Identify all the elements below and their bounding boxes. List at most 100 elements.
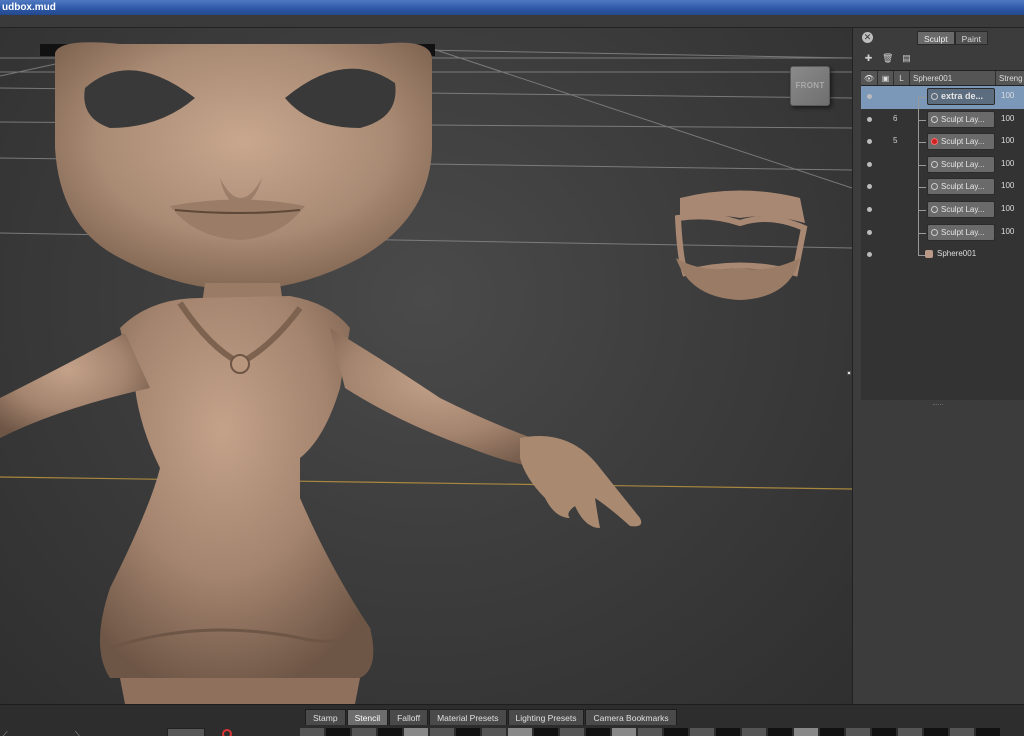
- stencil-thumbnail[interactable]: [716, 728, 740, 736]
- stencil-thumbnail[interactable]: [794, 728, 818, 736]
- panel-lower-area: [861, 408, 1024, 704]
- layer-row[interactable]: 6 Sculpt Lay... 100: [861, 108, 1024, 132]
- panel-resize-handle[interactable]: [847, 371, 851, 375]
- tab-stamp[interactable]: Stamp: [305, 709, 346, 725]
- stencil-thumbnail[interactable]: [560, 728, 584, 736]
- brush-icon: [931, 160, 938, 168]
- panel-splitter[interactable]: [933, 404, 943, 406]
- stencil-thumbnail[interactable]: [950, 728, 974, 736]
- tree-branch: [918, 187, 926, 189]
- visibility-dot[interactable]: [867, 116, 872, 122]
- merge-layer-icon[interactable]: ▤: [901, 53, 912, 64]
- layer-row[interactable]: Sculpt Lay... 100: [861, 198, 1024, 222]
- layer-lock-value: 5: [893, 136, 898, 146]
- layer-strength[interactable]: 100: [1001, 136, 1014, 145]
- stencil-thumbnail[interactable]: [612, 728, 636, 736]
- layer-strength[interactable]: 100: [1001, 227, 1014, 236]
- layer-strength[interactable]: 100: [1001, 91, 1014, 100]
- new-layer-icon[interactable]: ✚: [863, 53, 874, 64]
- stencil-thumbnail[interactable]: [326, 728, 350, 736]
- layer-row[interactable]: extra de... 100: [861, 86, 1024, 117]
- layer-name-button[interactable]: Sculpt Lay...: [927, 200, 995, 218]
- stencil-thumbnail[interactable]: [768, 728, 792, 736]
- visibility-dot[interactable]: [867, 229, 872, 235]
- tab-lighting-presets[interactable]: Lighting Presets: [507, 709, 585, 725]
- stencil-thumbnail[interactable]: [742, 728, 766, 736]
- stencil-thumbnail[interactable]: [898, 728, 922, 736]
- stencil-thumbnail[interactable]: [846, 728, 870, 736]
- eye-icon[interactable]: 👁: [861, 71, 878, 85]
- tab-stencil[interactable]: Stencil: [346, 709, 389, 725]
- brush-icon: [931, 183, 938, 191]
- record-icon[interactable]: [222, 729, 232, 736]
- layer-strength[interactable]: 100: [1001, 114, 1014, 123]
- stencil-thumbnail[interactable]: [352, 728, 376, 736]
- stencil-thumbnail[interactable]: [456, 728, 480, 736]
- mesh-row[interactable]: Sphere001: [861, 244, 1024, 267]
- layer-name: Sculpt Lay...: [941, 227, 985, 237]
- tab-material-presets[interactable]: Material Presets: [429, 709, 507, 725]
- stencil-thumbnails: [300, 728, 1000, 736]
- arrow-icon[interactable]: ⟋: [2, 730, 8, 736]
- layer-row[interactable]: 5 Sculpt Lay... 100: [861, 131, 1024, 155]
- stencil-thumbnail[interactable]: [300, 728, 324, 736]
- layer-row[interactable]: Sculpt Lay... 100: [861, 153, 1024, 177]
- layer-row[interactable]: Sculpt Lay... 100: [861, 221, 1024, 245]
- delete-layer-icon[interactable]: 🗑: [882, 53, 893, 64]
- stencil-thumbnail[interactable]: [976, 728, 1000, 736]
- stencil-thumbnail[interactable]: [690, 728, 714, 736]
- lock-icon[interactable]: ▣: [878, 71, 894, 85]
- stencil-thumbnail[interactable]: [586, 728, 610, 736]
- layers-panel: ✕ Sculpt Paint ✚ 🗑 ▤ 👁 ▣ L Sphere001 Str…: [852, 28, 1024, 704]
- stencil-thumbnail[interactable]: [430, 728, 454, 736]
- visibility-dot[interactable]: [867, 139, 872, 145]
- view-cube[interactable]: FRONT: [790, 66, 830, 106]
- stencil-thumbnail[interactable]: [664, 728, 688, 736]
- mode-toggle: Sculpt Paint: [917, 31, 988, 45]
- viewport-scene: [0, 42, 852, 704]
- visibility-dot[interactable]: [867, 206, 872, 212]
- stencil-thumbnail[interactable]: [924, 728, 948, 736]
- visibility-dot[interactable]: [867, 184, 872, 190]
- layer-strength[interactable]: 100: [1001, 204, 1014, 213]
- tree-branch: [918, 232, 926, 234]
- layer-name-button[interactable]: Sculpt Lay...: [927, 133, 995, 151]
- column-strength[interactable]: Streng: [996, 71, 1024, 85]
- visibility-dot[interactable]: [867, 252, 872, 258]
- layer-row[interactable]: Sculpt Lay... 100: [861, 176, 1024, 200]
- 3d-viewport[interactable]: FRONT: [0, 28, 852, 704]
- window-title: udbox.mud: [2, 2, 56, 13]
- layer-table: 👁 ▣ L Sphere001 Streng extra de... 100 6: [861, 70, 1024, 400]
- stencil-thumbnail[interactable]: [872, 728, 896, 736]
- tree-branch: [918, 209, 926, 211]
- brush-icon: [931, 115, 938, 123]
- stencil-thumbnail[interactable]: [378, 728, 402, 736]
- layer-name: Sculpt Lay...: [941, 204, 985, 214]
- stencil-thumbnail[interactable]: [508, 728, 532, 736]
- layer-name-button[interactable]: extra de...: [927, 88, 995, 105]
- close-icon[interactable]: ✕: [862, 32, 873, 43]
- tray-button[interactable]: [167, 728, 205, 736]
- layer-strength[interactable]: 100: [1001, 159, 1014, 168]
- layer-name-button[interactable]: Sculpt Lay...: [927, 223, 995, 241]
- layer-name-button[interactable]: Sculpt Lay...: [927, 155, 995, 173]
- paint-mode-button[interactable]: Paint: [954, 31, 988, 45]
- visibility-dot[interactable]: [867, 161, 872, 167]
- column-l[interactable]: L: [894, 71, 910, 85]
- view-cube-label: FRONT: [795, 81, 825, 90]
- layer-name-button[interactable]: Sculpt Lay...: [927, 110, 995, 128]
- stencil-thumbnail[interactable]: [820, 728, 844, 736]
- tab-camera-bookmarks[interactable]: Camera Bookmarks: [585, 709, 677, 725]
- stencil-thumbnail[interactable]: [534, 728, 558, 736]
- tab-falloff[interactable]: Falloff: [389, 709, 429, 725]
- stencil-thumbnail[interactable]: [638, 728, 662, 736]
- layer-strength[interactable]: 100: [1001, 181, 1014, 190]
- layer-name-button[interactable]: Sculpt Lay...: [927, 178, 995, 196]
- visibility-dot[interactable]: [867, 94, 872, 99]
- stencil-thumbnail[interactable]: [404, 728, 428, 736]
- stencil-thumbnail[interactable]: [482, 728, 506, 736]
- arrow-icon[interactable]: ⟍: [75, 730, 81, 736]
- column-name[interactable]: Sphere001: [910, 71, 996, 85]
- brush-icon: [931, 93, 938, 100]
- sculpt-mode-button[interactable]: Sculpt: [917, 31, 955, 45]
